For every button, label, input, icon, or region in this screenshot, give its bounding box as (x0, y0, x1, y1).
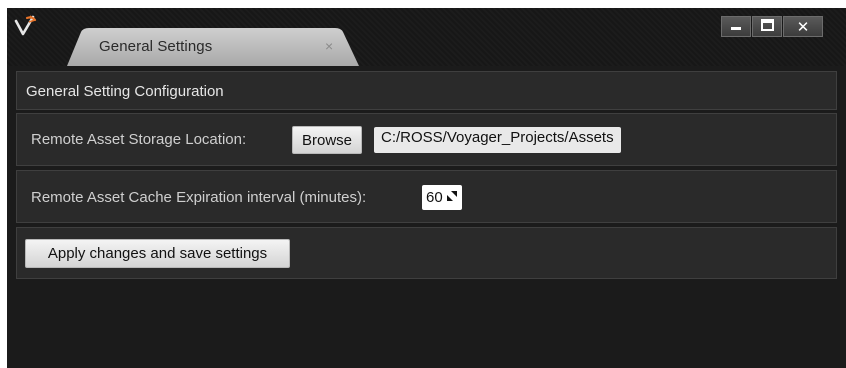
section-title: General Setting Configuration (26, 83, 224, 100)
cache-expiration-label: Remote Asset Cache Expiration interval (… (31, 189, 367, 206)
maximize-icon (760, 18, 774, 36)
maximize-button[interactable] (752, 16, 782, 37)
apply-save-button[interactable]: Apply changes and save settings (25, 239, 290, 268)
title-bar[interactable]: General Settings × ✕ (7, 8, 846, 66)
apply-row: Apply changes and save settings (16, 227, 837, 279)
spinner-arrows-icon[interactable] (446, 189, 458, 206)
cache-expiration-spinner[interactable]: 60 (422, 185, 462, 210)
storage-path-field[interactable]: C:/ROSS/Voyager_Projects/Assets (374, 127, 621, 153)
tab-close-icon[interactable]: × (325, 38, 333, 54)
minimize-icon (730, 18, 742, 36)
tab-general-settings[interactable]: General Settings × (67, 28, 359, 66)
cache-expiration-row: Remote Asset Cache Expiration interval (… (16, 170, 837, 223)
minimize-button[interactable] (721, 16, 751, 37)
app-logo-icon (13, 14, 39, 40)
storage-location-label: Remote Asset Storage Location: (31, 131, 247, 148)
settings-window: General Settings × ✕ General Setting Con… (7, 8, 846, 368)
tab-title: General Settings (99, 38, 213, 55)
close-button[interactable]: ✕ (783, 16, 823, 37)
close-icon: ✕ (796, 18, 810, 36)
cache-expiration-value: 60 (426, 189, 443, 206)
window-controls: ✕ (721, 16, 823, 37)
storage-location-row: Remote Asset Storage Location: Browse C:… (16, 113, 837, 166)
section-header-panel: General Setting Configuration (16, 71, 837, 110)
browse-button[interactable]: Browse (292, 126, 362, 154)
